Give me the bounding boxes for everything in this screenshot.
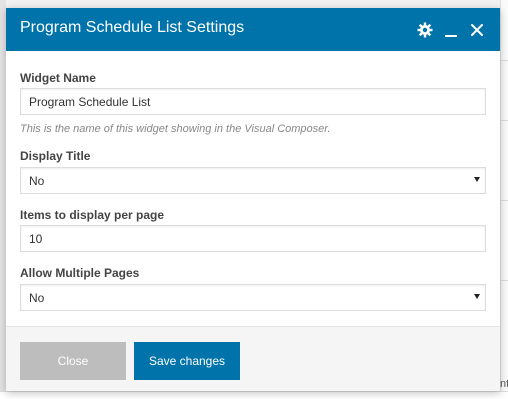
close-icon[interactable] [468, 19, 486, 41]
save-changes-button[interactable]: Save changes [134, 342, 240, 380]
display-title-label: Display Title [20, 149, 91, 163]
widget-name-help: This is the name of this widget showing … [20, 123, 331, 135]
chevron-down-icon [474, 294, 480, 299]
display-title-selected-value: No [29, 173, 45, 188]
background-page-bottom-edge [0, 391, 508, 399]
items-per-page-input[interactable] [20, 225, 486, 252]
items-per-page-label: Items to display per page [20, 208, 165, 222]
header-icons [416, 18, 486, 42]
close-button[interactable]: Close [20, 342, 126, 380]
background-page-right-edge [500, 0, 508, 399]
modal-body: Widget Name This is the name of this wid… [6, 51, 500, 323]
widget-name-input[interactable] [20, 88, 486, 115]
allow-multiple-pages-label: Allow Multiple Pages [20, 266, 140, 280]
settings-modal: Program Schedule List Settings Widget Na… [6, 8, 500, 391]
allow-multiple-pages-select[interactable]: No [20, 284, 486, 311]
background-edge-text: nt [500, 378, 508, 390]
gear-icon[interactable] [416, 19, 434, 41]
chevron-down-icon [474, 177, 480, 182]
display-title-select[interactable]: No [20, 167, 486, 194]
modal-header: Program Schedule List Settings [6, 8, 500, 51]
allow-multiple-pages-selected-value: No [29, 290, 45, 305]
widget-name-label: Widget Name [20, 71, 96, 85]
modal-title: Program Schedule List Settings [20, 19, 245, 36]
minimize-icon[interactable] [442, 19, 460, 41]
modal-footer: Close Save changes [6, 326, 500, 391]
